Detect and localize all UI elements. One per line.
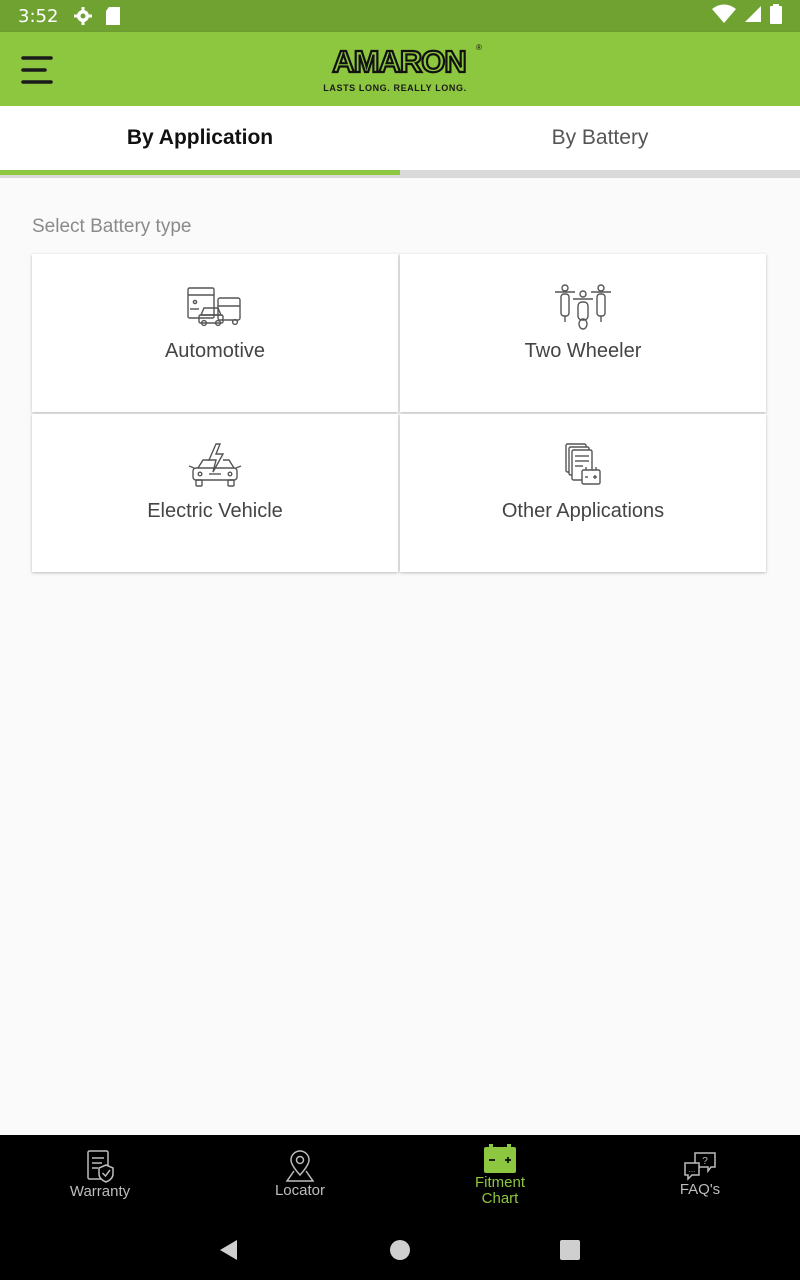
system-nav-bar [0,1220,800,1280]
card-label: Two Wheeler [524,340,642,362]
nav-label-line2: Chart [481,1190,519,1207]
registered-mark: ® [476,43,482,52]
home-icon[interactable] [384,1234,416,1266]
status-time: 3:52 [18,5,59,27]
motorcycles-icon [553,282,613,330]
recents-icon[interactable] [554,1234,586,1266]
svg-text:...: ... [689,1165,696,1174]
nav-label-line1: Fitment [474,1174,525,1191]
amaron-logo: AMARON ® LASTS LONG. REALLY LONG. [318,42,484,98]
app-bar: AMARON ® LASTS LONG. REALLY LONG. [0,32,800,106]
back-icon[interactable] [212,1234,244,1266]
card-automotive[interactable]: Automotive [32,254,398,412]
nav-label: Locator [274,1182,326,1199]
hamburger-menu-icon[interactable] [20,52,56,88]
logo-tagline: LASTS LONG. REALLY LONG. [323,83,466,93]
nav-label: Warranty [69,1183,131,1200]
wifi-icon [712,4,736,29]
card-label: Other Applications [501,500,665,522]
logo-text: AMARON [332,44,466,79]
battery-icon [770,3,782,29]
bottom-nav: Warranty Locator Fitment Chart ? ... FAQ… [0,1135,800,1220]
tab-by-battery[interactable]: By Battery [400,106,800,170]
status-bar: 3:52 [0,0,800,32]
svg-text:?: ? [702,1156,708,1167]
section-label: Select Battery type [32,216,192,237]
card-label: Automotive [164,340,266,362]
sd-card-icon [102,5,124,27]
gear-icon [72,5,94,27]
card-two-wheeler[interactable]: Two Wheeler [400,254,766,412]
truck-car-icon [185,282,245,330]
card-label: Electric Vehicle [147,500,283,522]
tab-bar: By Application By Battery [0,106,800,178]
card-other-applications[interactable]: Other Applications [400,414,766,572]
signal-icon [744,5,762,28]
electric-car-icon [185,442,245,490]
tab-indicator [0,170,400,175]
nav-label: FAQ's [679,1181,721,1198]
nav-locator[interactable]: Locator [200,1135,400,1220]
documents-battery-icon [553,442,613,490]
tab-by-application[interactable]: By Application [0,106,400,170]
nav-warranty[interactable]: Warranty [0,1135,200,1220]
nav-faqs[interactable]: ? ... FAQ's [600,1135,800,1220]
card-electric-vehicle[interactable]: Electric Vehicle [32,414,398,572]
nav-fitment-chart[interactable]: Fitment Chart [400,1135,600,1220]
